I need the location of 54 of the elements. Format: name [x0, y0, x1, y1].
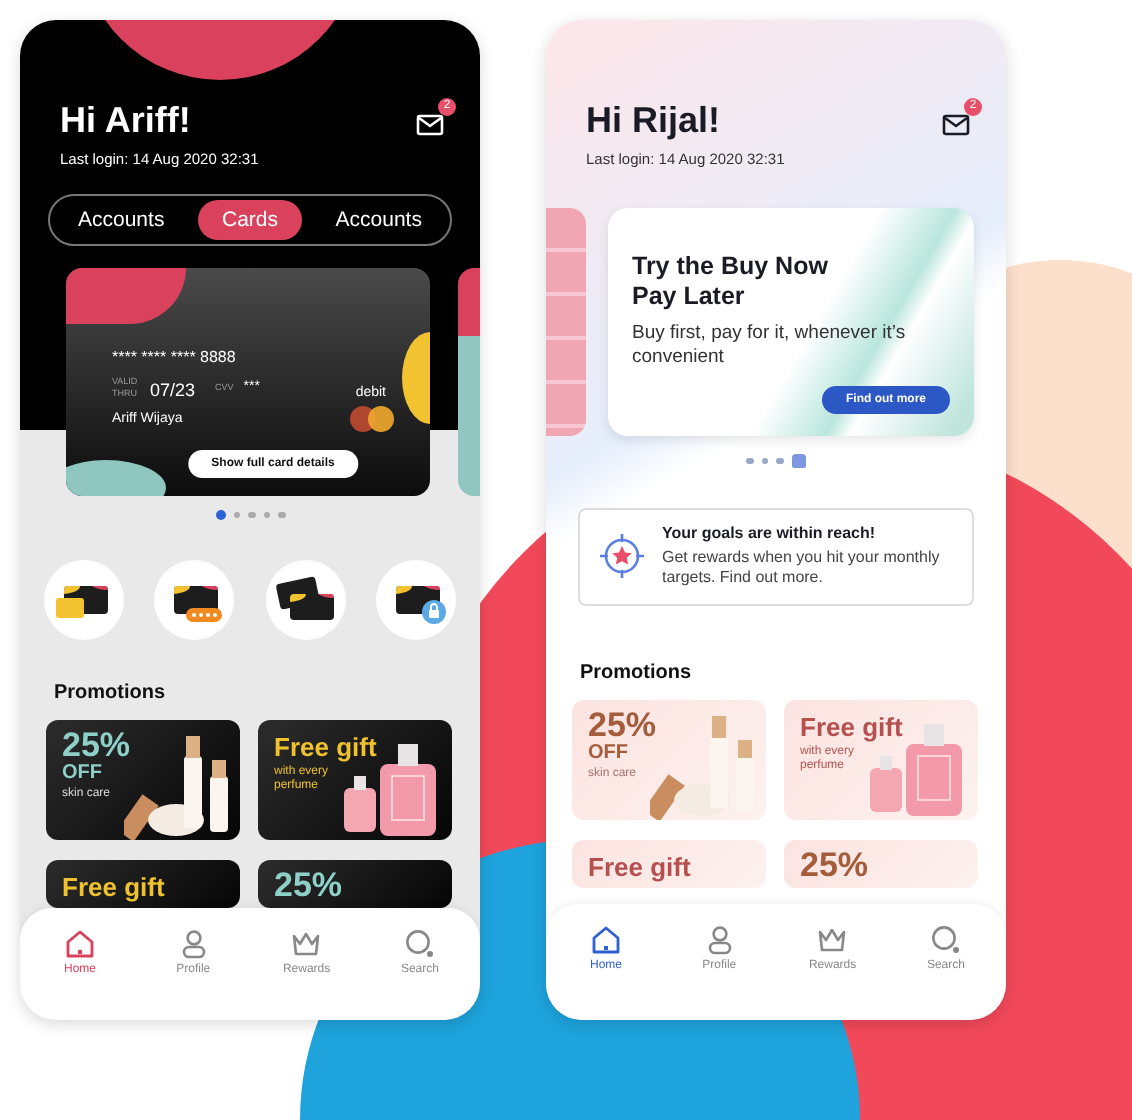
search-icon	[403, 928, 436, 961]
goals-text: Get rewards when you hit your monthly targets. Find out more.	[662, 547, 942, 591]
quick-action-button[interactable]	[265, 560, 346, 641]
active-page-dot[interactable]	[215, 510, 225, 521]
tab[interactable]: Accounts	[54, 199, 189, 240]
home-icon	[64, 928, 96, 961]
previous-banner-edge[interactable]	[546, 207, 586, 436]
tab[interactable]: Accounts	[311, 199, 446, 240]
promotion-banner[interactable]: Free gift	[46, 860, 240, 909]
card-decor-shape	[66, 267, 186, 324]
quick-action-button[interactable]	[154, 560, 235, 641]
page-dot[interactable]	[776, 457, 784, 465]
promotion-headline: Free gift	[588, 854, 693, 882]
profile-icon	[703, 924, 736, 956]
banner-title: Try the Buy Now Pay Later	[632, 251, 830, 312]
quick-action-button[interactable]	[44, 560, 124, 641]
greeting-title: Hi Rijal!	[586, 100, 723, 144]
promotion-headline: 25%	[588, 708, 659, 745]
promotion-headline: Free gift	[62, 874, 167, 902]
promotion-subtitle: OFF	[588, 744, 630, 765]
promotion-headline: Free gift	[274, 734, 379, 762]
mail-icon[interactable]	[942, 110, 970, 134]
promotion-headline: Free gift	[800, 714, 905, 742]
search-icon	[929, 924, 962, 956]
page-dot[interactable]	[761, 457, 769, 465]
crown-icon	[290, 928, 323, 961]
section-heading: Promotions	[580, 662, 694, 685]
section-heading: Promotions	[54, 682, 168, 705]
promotion-banner[interactable]: Free gift	[572, 840, 766, 889]
page-dot[interactable]	[248, 511, 255, 519]
crown-icon	[816, 924, 849, 956]
greeting-title: Hi Ariff!	[60, 100, 193, 144]
card-expiry: 07/23	[150, 380, 196, 401]
card-number: **** **** **** 8888	[112, 347, 238, 366]
page-dot[interactable]	[746, 457, 754, 465]
promotion-banner[interactable]: 25%	[784, 840, 978, 889]
promotion-headline: 25%	[800, 848, 871, 885]
card-brand-logo-icon	[350, 406, 394, 433]
page-dot[interactable]	[278, 511, 285, 519]
home-icon	[590, 924, 622, 956]
promotion-subtitle: OFF	[62, 764, 104, 785]
promotion-headline: 25%	[62, 728, 133, 765]
page-dot[interactable]	[233, 511, 240, 519]
banner-text: Buy first, pay for it, whenever it’s convenient	[632, 321, 908, 371]
profile-icon	[177, 928, 210, 961]
mail-icon[interactable]	[416, 110, 444, 134]
target-star-icon	[600, 534, 644, 579]
promotion-banner[interactable]: 25%	[258, 860, 452, 909]
promotion-headline: 25%	[274, 868, 345, 905]
goals-title: Your goals are within reach!	[662, 523, 878, 542]
quick-action-button[interactable]	[375, 560, 456, 641]
tab[interactable]: Cards	[197, 199, 302, 240]
page-dot[interactable]	[263, 511, 270, 519]
goals-card[interactable]: Your goals are within reach! Get rewards when you hit your monthly targets. Find out more.	[578, 507, 974, 607]
